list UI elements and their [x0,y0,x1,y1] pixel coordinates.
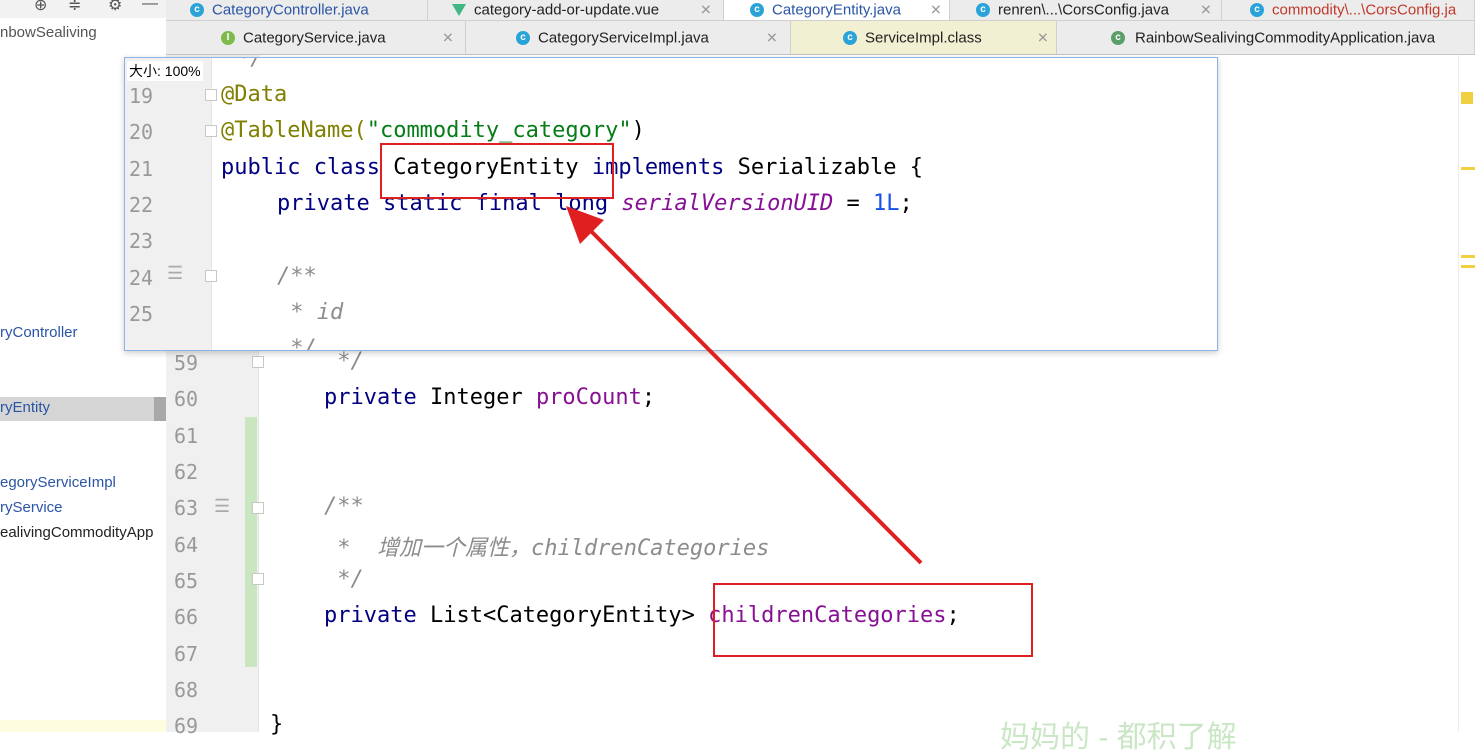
watermark: 妈妈的 - 都积了解 [1000,721,1237,754]
arrow-shaft [580,220,923,565]
annotation-arrow [566,206,923,565]
